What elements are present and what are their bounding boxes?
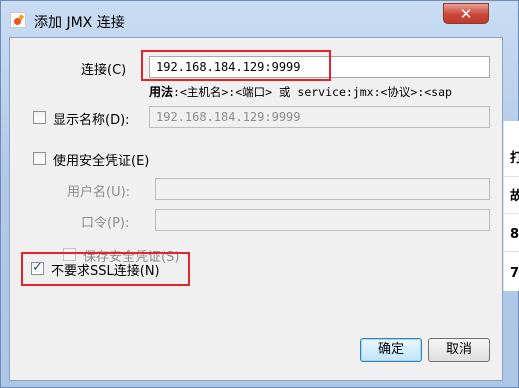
connection-highlight-box — [141, 50, 331, 81]
display-name-label: 显示名称(D): — [53, 113, 130, 128]
display-name-field[interactable]: 192.168.184.129:9999 — [149, 106, 490, 128]
ok-button[interactable]: 确定 — [360, 338, 422, 362]
password-field[interactable] — [155, 209, 490, 231]
background-text-1: 打 — [510, 151, 519, 166]
cancel-button[interactable]: 取消 — [428, 338, 490, 362]
no-ssl-highlight-box — [21, 252, 190, 286]
background-text-4: 7 — [510, 266, 519, 281]
add-jmx-connection-dialog: 添加 JMX 连接 ✕ 打 故 8 7 连接(C) 192.168.184.12… — [0, 0, 519, 388]
username-label: 用户名(U): — [67, 185, 131, 200]
background-row-line — [503, 176, 519, 177]
use-credentials-checkbox[interactable] — [33, 152, 46, 165]
title-bar: 添加 JMX 连接 ✕ — [1, 1, 518, 37]
display-name-checkbox[interactable] — [33, 111, 46, 124]
background-row-line — [503, 213, 519, 214]
usage-hint: 用法:<主机名>:<端口> 或 service:jmx:<协议>:<sap — [149, 83, 452, 100]
background-row-line — [503, 251, 519, 252]
close-button[interactable]: ✕ — [443, 3, 489, 24]
usage-prefix: 用法 — [149, 85, 174, 99]
connection-label: 连接(C) — [81, 63, 127, 78]
java-app-icon — [10, 12, 26, 28]
background-divider — [503, 121, 504, 291]
window-title: 添加 JMX 连接 — [34, 15, 125, 31]
use-credentials-label: 使用安全凭证(E) — [53, 154, 150, 169]
background-text-2: 故 — [510, 189, 519, 204]
usage-text: :<主机名>:<端口> 或 service:jmx:<协议>:<sap — [173, 85, 452, 99]
password-label: 口令(P): — [81, 216, 130, 231]
username-field[interactable] — [155, 178, 490, 200]
background-text-3: 8 — [510, 227, 519, 242]
